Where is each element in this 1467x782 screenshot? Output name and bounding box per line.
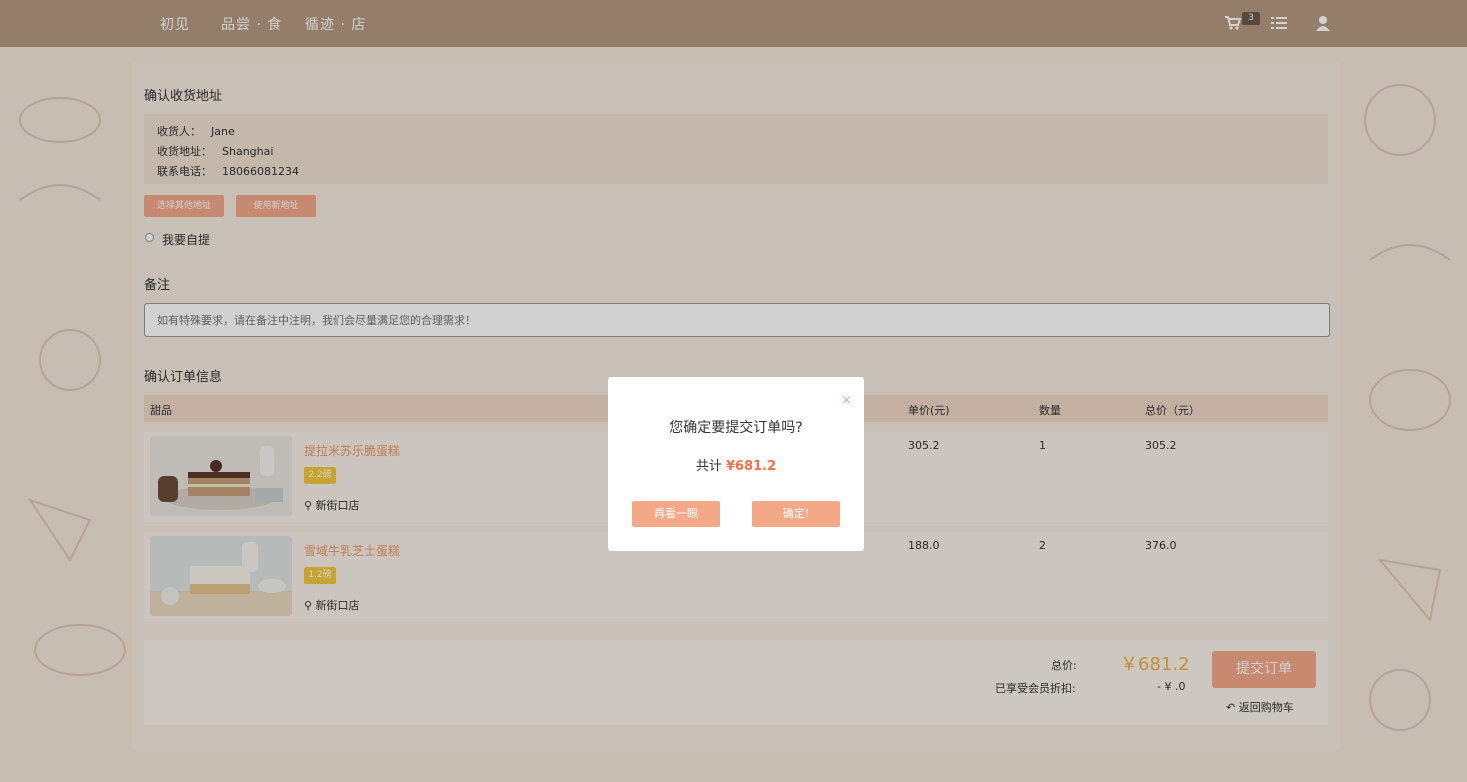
dialog-total-prefix: 共计 [695,459,726,474]
dialog-title: 您确定要提交订单吗? [669,420,803,436]
dialog-total: 共计 ¥681.2 [608,455,864,474]
review-again-button[interactable]: 再看一眼 [632,501,720,527]
dialog-total-value: ¥681.2 [725,459,777,474]
confirm-button[interactable]: 确定! [752,501,840,527]
close-icon[interactable]: × [841,393,852,408]
confirm-order-dialog: × 您确定要提交订单吗? 共计 ¥681.2 再看一眼 确定! [608,377,864,551]
